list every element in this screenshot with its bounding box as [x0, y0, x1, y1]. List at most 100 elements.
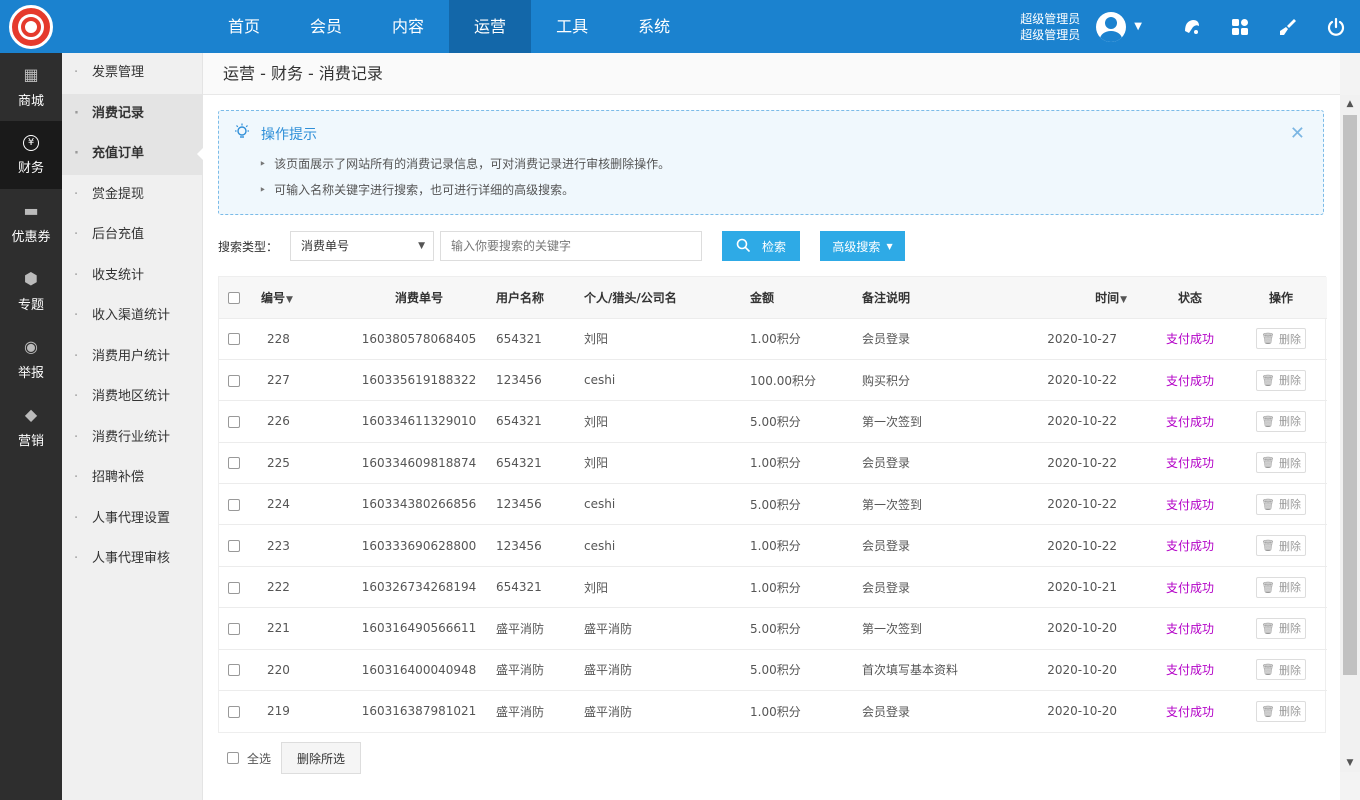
- delete-button-label: 删除: [1278, 498, 1301, 512]
- delete-selected-button[interactable]: 删除所选: [281, 742, 362, 774]
- advanced-search-button[interactable]: 高级搜索 ▼: [820, 231, 906, 261]
- column-header-id-label: 编号: [261, 290, 286, 305]
- top-nav-item-system[interactable]: 系统: [613, 0, 695, 53]
- column-header-time-label: 时间: [1095, 290, 1120, 305]
- cell-user: 123456: [496, 497, 542, 512]
- top-nav-item-member[interactable]: 会员: [285, 0, 367, 53]
- cell-user: 654321: [496, 455, 542, 470]
- sub-nav-item-income-stats[interactable]: 收支统计: [62, 256, 202, 297]
- sub-nav-item-channel-stats[interactable]: 收入渠道统计: [62, 296, 202, 337]
- left-bar: ▦ 商城 ¥ 财务 ▬ 优惠券 ⬢ 专题 ◉ 举报 ◆ 营销: [0, 53, 62, 800]
- delete-button[interactable]: 🗑 删除: [1256, 493, 1306, 515]
- top-nav-item-home[interactable]: 首页: [203, 0, 285, 53]
- status-badge: 支付成功: [1165, 373, 1214, 388]
- cell-note: 会员登录: [862, 704, 911, 719]
- status-badge: 支付成功: [1165, 663, 1214, 678]
- cell-name: 刘阳: [584, 580, 609, 595]
- delete-button[interactable]: 🗑 删除: [1256, 617, 1306, 639]
- tip-line: 该页面展示了网站所有的消费记录信息，可对消费记录进行审核删除操作。: [259, 155, 670, 172]
- trash-icon: 🗑: [1261, 539, 1275, 553]
- left-item-report[interactable]: ◉ 举报: [0, 325, 62, 393]
- sub-nav-item-consumption-records[interactable]: 消费记录: [62, 93, 202, 134]
- delete-button[interactable]: 🗑 删除: [1256, 452, 1306, 474]
- cell-name: ceshi: [584, 373, 616, 388]
- left-item-topic[interactable]: ⬢ 专题: [0, 257, 62, 325]
- vertical-scrollbar[interactable]: ▲ ▼: [1340, 95, 1360, 772]
- delete-button[interactable]: 🗑 删除: [1256, 659, 1306, 681]
- top-nav-item-tools[interactable]: 工具: [531, 0, 613, 53]
- trash-icon: 🗑: [1261, 373, 1275, 387]
- sub-nav-item-region-stats[interactable]: 消费地区统计: [62, 377, 202, 418]
- delete-button[interactable]: 🗑 删除: [1256, 576, 1306, 598]
- delete-button[interactable]: 🗑 删除: [1256, 369, 1306, 391]
- tip-line: 可输入名称关键字进行搜索，也可进行详细的高级搜索。: [259, 181, 574, 198]
- top-nav-item-operation[interactable]: 运营: [449, 0, 532, 53]
- cell-id: 220: [267, 662, 290, 677]
- top-nav: 首页 会员 内容 运营 工具 系统: [203, 0, 695, 53]
- sub-nav-item-bounty-withdraw[interactable]: 赏金提现: [62, 175, 202, 216]
- cell-user: 盛平消防: [496, 663, 545, 678]
- caret-down-icon: ▼: [886, 241, 893, 251]
- sub-nav-item-invoice[interactable]: 发票管理: [62, 53, 202, 94]
- scroll-up-arrow-icon[interactable]: ▲: [1340, 95, 1360, 113]
- cell-time: 2020-10-20: [1047, 662, 1117, 677]
- search-input[interactable]: [440, 231, 703, 261]
- select-all-label[interactable]: 全选: [247, 750, 271, 767]
- search-button-label: 检索: [762, 239, 787, 254]
- select-all-header-checkbox[interactable]: [228, 291, 240, 304]
- row-checkbox[interactable]: [228, 622, 240, 635]
- search-type-select[interactable]: 消费单号 ▼: [290, 231, 435, 261]
- sub-nav-item-user-stats[interactable]: 消费用户统计: [62, 337, 202, 378]
- left-item-coupon[interactable]: ▬ 优惠券: [0, 189, 62, 257]
- apps-icon[interactable]: [1216, 0, 1264, 53]
- logo[interactable]: [0, 0, 62, 53]
- clean-cache-icon[interactable]: [1264, 0, 1312, 53]
- status-badge: 支付成功: [1165, 497, 1214, 512]
- cell-name: 盛平消防: [584, 663, 633, 678]
- left-item-marketing[interactable]: ◆ 营销: [0, 393, 62, 461]
- skin-icon[interactable]: [1168, 0, 1216, 53]
- row-checkbox[interactable]: [228, 374, 240, 387]
- chevron-down-icon[interactable]: ▼: [1134, 21, 1142, 32]
- cell-time: 2020-10-21: [1047, 580, 1117, 595]
- cell-amount: 5.00积分: [750, 621, 801, 636]
- yen-icon: ¥: [23, 134, 39, 151]
- column-header-id[interactable]: 编号▼: [252, 277, 342, 318]
- scroll-thumb[interactable]: [1343, 115, 1357, 675]
- cell-id: 227: [267, 373, 290, 388]
- sub-nav-item-industry-stats[interactable]: 消费行业统计: [62, 418, 202, 459]
- avatar[interactable]: [1096, 11, 1127, 42]
- sub-nav-item-recruit-compensation[interactable]: 招聘补偿: [62, 458, 202, 499]
- sub-nav-item-hr-agent-review[interactable]: 人事代理审核: [62, 539, 202, 580]
- row-checkbox[interactable]: [228, 457, 240, 470]
- logo-icon: [9, 4, 53, 49]
- left-item-label: 举报: [17, 365, 44, 381]
- row-checkbox[interactable]: [228, 498, 240, 511]
- scroll-down-arrow-icon[interactable]: ▼: [1340, 754, 1360, 772]
- trash-icon: 🗑: [1261, 580, 1275, 594]
- delete-button[interactable]: 🗑 删除: [1256, 410, 1306, 432]
- sub-nav-item-recharge-orders[interactable]: 充值订单: [62, 134, 203, 175]
- search-button[interactable]: 检索: [722, 231, 801, 261]
- top-nav-item-content[interactable]: 内容: [367, 0, 449, 53]
- row-checkbox[interactable]: [228, 415, 240, 428]
- sub-nav-item-hr-agent-settings[interactable]: 人事代理设置: [62, 499, 202, 540]
- left-item-mall[interactable]: ▦ 商城: [0, 53, 62, 121]
- select-all-checkbox[interactable]: [227, 752, 239, 764]
- delete-button[interactable]: 🗑 删除: [1256, 535, 1306, 557]
- cell-user: 654321: [496, 580, 542, 595]
- row-checkbox[interactable]: [228, 705, 240, 718]
- power-icon[interactable]: [1312, 0, 1360, 53]
- row-checkbox[interactable]: [228, 333, 240, 346]
- cell-amount: 5.00积分: [750, 497, 801, 512]
- column-header-time[interactable]: 时间▼: [1043, 277, 1145, 318]
- row-checkbox[interactable]: [228, 664, 240, 677]
- row-checkbox[interactable]: [228, 581, 240, 594]
- row-checkbox[interactable]: [228, 540, 240, 553]
- delete-button[interactable]: 🗑 删除: [1256, 328, 1306, 350]
- cell-name: ceshi: [584, 497, 616, 512]
- sub-nav-item-backend-recharge[interactable]: 后台充值: [62, 215, 202, 256]
- delete-button[interactable]: 🗑 删除: [1256, 700, 1306, 722]
- close-icon[interactable]: ✕: [1290, 123, 1305, 144]
- left-item-finance[interactable]: ¥ 财务: [0, 121, 62, 189]
